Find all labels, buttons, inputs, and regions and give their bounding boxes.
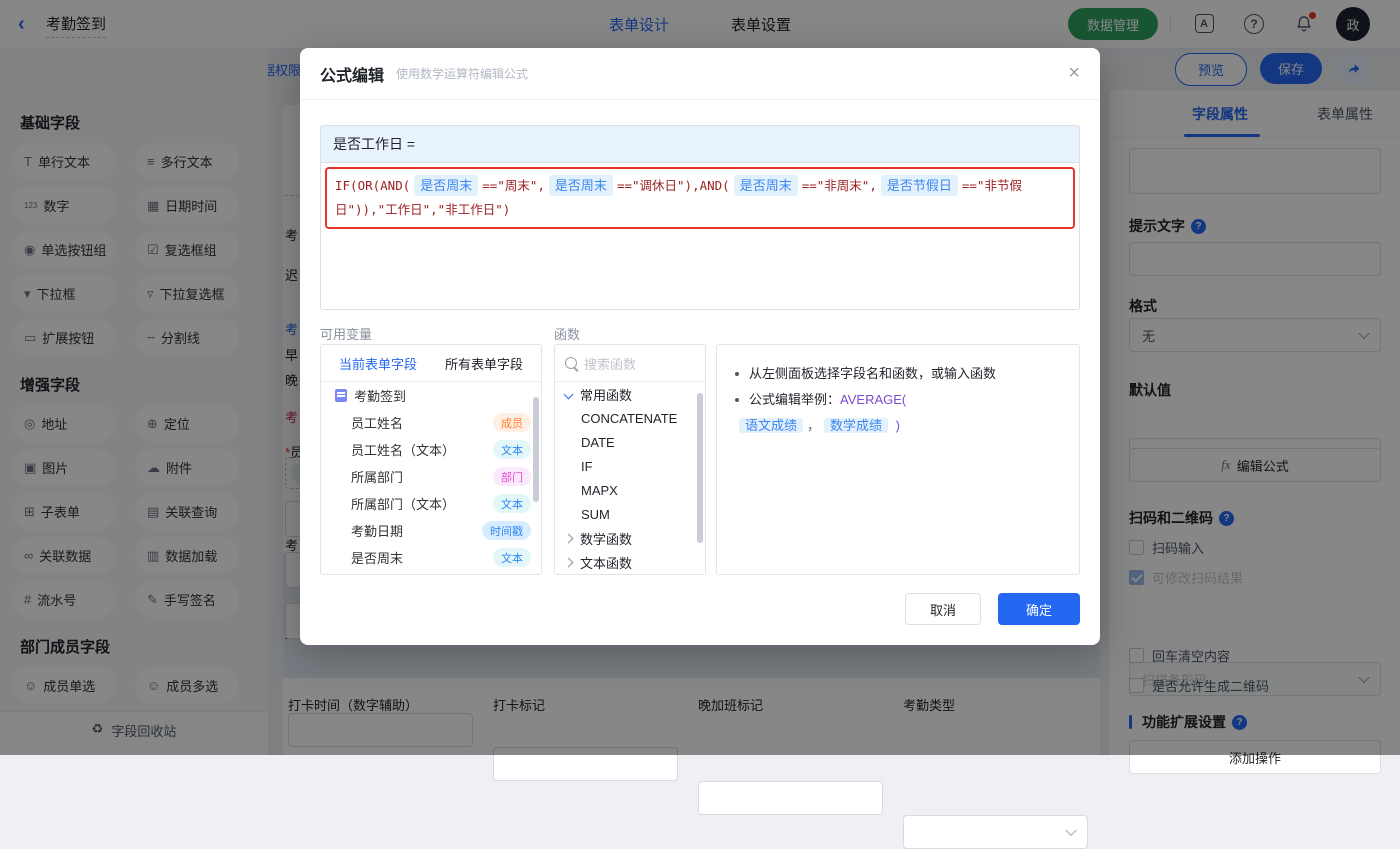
- separator: ，: [807, 418, 821, 433]
- function-group-label: 文本函数: [580, 555, 633, 571]
- search-placeholder: 搜索函数: [584, 356, 637, 372]
- function-item-MAPX[interactable]: MAPX: [555, 478, 705, 502]
- formula-code: IF(OR(AND(: [335, 178, 411, 193]
- variable-item-所属部门[interactable]: 所属部门 部门: [321, 463, 541, 490]
- variable-name: 所属部门: [351, 470, 404, 485]
- scrollbar-thumb[interactable]: [533, 397, 539, 502]
- example-field-chip: 语文成绩: [739, 418, 804, 433]
- variable-name: 考勤日期: [351, 524, 404, 539]
- chevron-down-icon: [563, 389, 574, 399]
- function-item-SUM[interactable]: SUM: [555, 502, 705, 526]
- chevron-down-icon: [1065, 824, 1077, 837]
- variable-item-考勤日期[interactable]: 考勤日期 时间戳: [321, 517, 541, 544]
- function-group-数学函数[interactable]: 数学函数: [555, 526, 705, 550]
- variables-tabs: 当前表单字段 所有表单字段: [321, 345, 541, 382]
- formula-code: =="非周末",: [801, 178, 877, 193]
- example-close-paren: ): [892, 418, 900, 433]
- variable-item-员工姓名（文本）[interactable]: 员工姓名（文本） 文本: [321, 436, 541, 463]
- variable-name: 员工姓名: [351, 416, 404, 431]
- hint-line-1: 从左侧面板选择字段名和函数，或输入函数: [735, 361, 1061, 387]
- functions-list: 常用函数 CONCATENATE DATE IF MAPX SUM 数学函数文本函数: [555, 382, 705, 574]
- functions-panel: 搜索函数 常用函数 CONCATENATE DATE IF MAPX SUM 数学函数文本函…: [554, 344, 706, 575]
- variable-item-是否节假日[interactable]: 是否节假日文本: [321, 571, 541, 574]
- formula-field-chip[interactable]: 是否周末: [548, 175, 613, 196]
- variable-name: 所属部门（文本）: [351, 497, 456, 512]
- variables-panel: 当前表单字段 所有表单字段 考勤签到 员工姓名 成员 员工姓名（文本） 文本 所属部门 部门…: [320, 344, 542, 575]
- field-type-badge: 部门: [493, 467, 531, 486]
- formula-code: =="周末",: [482, 178, 545, 193]
- modal-subtitle: 使用数学运算符编辑公式: [396, 67, 529, 81]
- formula-field-chip[interactable]: 是否节假日: [880, 175, 958, 196]
- variables-list: 考勤签到 员工姓名 成员 员工姓名（文本） 文本 所属部门 部门 所属部门（文本） 文本 考勤日期…: [321, 382, 541, 574]
- function-item-DATE[interactable]: DATE: [555, 430, 705, 454]
- tab-current-form-fields[interactable]: 当前表单字段: [339, 354, 417, 373]
- variable-item-是否周末[interactable]: 是否周末 文本: [321, 544, 541, 571]
- function-group-label: 数学函数: [580, 531, 633, 547]
- chevron-right-icon: [563, 533, 574, 543]
- field-type-badge: 文本: [493, 548, 531, 567]
- field-type-badge: 文本: [493, 440, 531, 459]
- variable-item-员工姓名[interactable]: 员工姓名 成员: [321, 409, 541, 436]
- formula-editor: 是否工作日 = IF(OR(AND(是否周末 =="周末", 是否周末 =="调休日"…: [320, 125, 1080, 310]
- functions-label: 函数: [554, 327, 581, 342]
- variable-root-label: 考勤签到: [354, 389, 407, 404]
- function-group-label: 常用函数: [580, 387, 633, 403]
- hint-line-2: 公式编辑举例： AVERAGE( 语文成绩，数学成绩 ): [735, 387, 1061, 439]
- background-field-select[interactable]: [903, 815, 1088, 849]
- variable-item-所属部门（文本）[interactable]: 所属部门（文本） 文本: [321, 490, 541, 517]
- function-group-常用函数[interactable]: 常用函数: [555, 382, 705, 406]
- modal-title: 公式编辑: [320, 67, 385, 85]
- example-field-chip: 数学成绩: [824, 418, 889, 433]
- formula-input-area[interactable]: IF(OR(AND(是否周末 =="周末", 是否周末 =="调休日"),AND(是否…: [325, 167, 1075, 229]
- variables-label: 可用变量: [320, 327, 373, 342]
- function-item-IF[interactable]: IF: [555, 454, 705, 478]
- cancel-button[interactable]: 取消: [905, 593, 981, 625]
- example-function: AVERAGE(: [840, 392, 907, 407]
- form-doc-icon: [335, 389, 347, 402]
- function-search[interactable]: 搜索函数: [555, 345, 705, 382]
- formula-field-chip[interactable]: 是否周末: [733, 175, 798, 196]
- variable-name: 员工姓名（文本）: [351, 443, 456, 458]
- formula-target-field: 是否工作日 =: [321, 126, 1079, 163]
- chevron-right-icon: [563, 557, 574, 567]
- field-type-badge: 时间戳: [482, 521, 531, 540]
- variable-tree-root[interactable]: 考勤签到: [321, 382, 541, 409]
- modal-header: 公式编辑 使用数学运算符编辑公式 ×: [300, 48, 1100, 100]
- formula-editor-modal: 公式编辑 使用数学运算符编辑公式 × 是否工作日 = IF(OR(AND(是否周…: [300, 48, 1100, 645]
- variable-name: 是否周末: [351, 551, 404, 566]
- background-field-input[interactable]: [698, 781, 883, 815]
- close-icon[interactable]: ×: [1068, 62, 1080, 84]
- function-group-文本函数[interactable]: 文本函数: [555, 550, 705, 574]
- search-icon: [565, 357, 577, 369]
- tab-all-form-fields[interactable]: 所有表单字段: [445, 354, 523, 373]
- formula-field-chip[interactable]: 是否周末: [414, 175, 479, 196]
- bullet-icon: [735, 372, 739, 376]
- confirm-button[interactable]: 确定: [998, 593, 1080, 625]
- hint-panel: 从左侧面板选择字段名和函数，或输入函数 公式编辑举例： AVERAGE( 语文成…: [716, 344, 1080, 575]
- bullet-icon: [735, 398, 739, 402]
- function-item-CONCATENATE[interactable]: CONCATENATE: [555, 406, 705, 430]
- field-type-badge: 成员: [493, 413, 531, 432]
- field-type-badge: 文本: [493, 494, 531, 513]
- formula-code: =="调休日"),AND(: [616, 178, 730, 193]
- scrollbar-thumb[interactable]: [697, 393, 703, 543]
